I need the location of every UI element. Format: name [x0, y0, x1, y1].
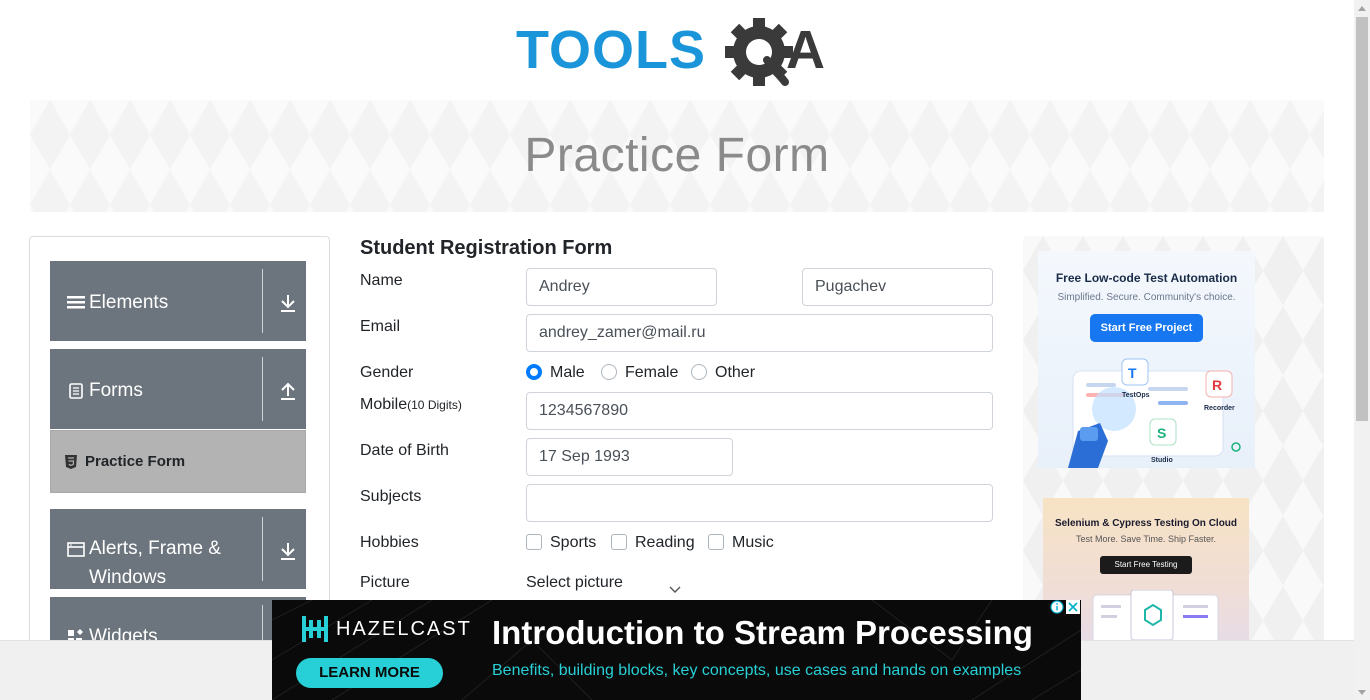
sidebar-group-elements[interactable]: Elements [50, 261, 306, 341]
gender-other-radio[interactable] [691, 364, 707, 380]
sidebar-item-label: Practice Form [85, 453, 186, 470]
sidebar-group-label: Alerts, Frame & Windows [89, 538, 221, 588]
ad-close-icon[interactable] [1066, 600, 1080, 614]
svg-text:R: R [1212, 377, 1222, 393]
ad-hazelcast[interactable]: HAZELCAST LEARN MORE Introduction to Str… [272, 600, 1081, 700]
sidebar-item-practice-form[interactable]: Practice Form [50, 430, 306, 493]
learn-more-button[interactable]: LEARN MORE [296, 658, 443, 688]
dob-label: Date of Birth [360, 442, 449, 459]
divider [262, 517, 263, 581]
divider [262, 269, 263, 333]
ad-headline: Introduction to Stream Processing [492, 614, 1033, 651]
gender-female-radio[interactable] [601, 364, 617, 380]
subjects-input[interactable] [526, 484, 993, 522]
ad-subtitle: Test More. Save Time. Ship Faster. [1075, 534, 1217, 544]
first-name-input[interactable]: Andrey [526, 268, 717, 306]
gender-other-label[interactable]: Other [715, 364, 755, 382]
logo-text-a: A [786, 20, 825, 80]
hazelcast-logo-icon [302, 616, 328, 642]
vertical-scrollbar[interactable] [1354, 0, 1370, 700]
window-icon [67, 542, 85, 557]
document-icon [69, 383, 83, 399]
mobile-input[interactable]: 1234567890 [526, 392, 993, 430]
ad-label-testops: TestOps [1122, 392, 1150, 399]
gender-label: Gender [360, 364, 414, 381]
email-input[interactable]: andrey_zamer@mail.ru [526, 314, 993, 352]
upload-icon[interactable] [278, 379, 298, 403]
ad-illustration: T TestOps R Recorder S Studio [1068, 358, 1241, 468]
hobbies-label: Hobbies [360, 534, 419, 551]
mobile-label-text: Mobile [360, 396, 408, 413]
html5-icon [65, 455, 77, 469]
ad-title: Selenium & Cypress Testing On Cloud [1054, 518, 1238, 529]
hobby-music-label[interactable]: Music [732, 534, 774, 552]
select-picture-button[interactable]: Select picture [526, 574, 623, 592]
subjects-label: Subjects [360, 488, 422, 505]
mobile-label: Mobile(10 Digits) [360, 396, 462, 414]
hobby-reading-label[interactable]: Reading [635, 534, 695, 552]
hobby-music-checkbox[interactable] [708, 534, 724, 550]
ad-subline: Benefits, building blocks, key concepts,… [492, 662, 1022, 679]
sidebar-group-label: Forms [89, 380, 143, 401]
ad-label-recorder: Recorder [1204, 405, 1235, 412]
sidebar-group-alerts[interactable]: Alerts, Frame & Windows [50, 509, 306, 589]
ad-label-studio: Studio [1151, 457, 1173, 464]
ad-katalon[interactable]: Free Low-code Test Automation Simplified… [1038, 251, 1255, 468]
sidebar-group-forms[interactable]: Forms [50, 349, 306, 429]
page-banner: Practice Form [30, 100, 1324, 212]
ad-title: Free Low-code Test Automation [1055, 271, 1238, 285]
gender-male-label[interactable]: Male [550, 364, 585, 382]
gender-male-radio[interactable] [526, 364, 542, 380]
mobile-hint: (10 Digits) [407, 398, 462, 412]
hobby-sports-label[interactable]: Sports [550, 534, 596, 552]
svg-text:S: S [1157, 425, 1166, 441]
hamburger-icon [67, 296, 85, 309]
sidebar: Elements Forms Practice Form Alerts, Fra… [29, 236, 330, 657]
form-title: Student Registration Form [360, 237, 613, 259]
scroll-up-arrow-icon[interactable] [1354, 0, 1370, 16]
logo-text-tools: TOOLS [516, 20, 706, 80]
hobby-sports-checkbox[interactable] [526, 534, 542, 550]
divider [262, 357, 263, 421]
toolsqa-logo[interactable]: TOOLS A [516, 16, 840, 92]
download-icon[interactable] [278, 539, 298, 563]
ad-info-icon[interactable] [1050, 600, 1064, 614]
name-label: Name [360, 272, 403, 289]
email-label: Email [360, 318, 401, 335]
chevron-down-icon[interactable] [669, 586, 681, 594]
hazelcast-brand: HAZELCAST [336, 618, 472, 640]
last-name-input[interactable]: Pugachev [802, 268, 993, 306]
scrollbar-thumb[interactable] [1356, 17, 1368, 421]
start-free-project-button[interactable]: Start Free Project [1090, 314, 1203, 342]
scroll-down-arrow-icon[interactable] [1354, 684, 1370, 700]
download-icon[interactable] [278, 291, 298, 315]
hobby-reading-checkbox[interactable] [611, 534, 627, 550]
ad-subtitle: Simplified. Secure. Community's choice. [1057, 292, 1236, 303]
gear-icon [725, 18, 793, 86]
dob-input[interactable]: 17 Sep 1993 [526, 438, 733, 476]
start-free-testing-button[interactable]: Start Free Testing [1100, 556, 1192, 574]
picture-label: Picture [360, 574, 410, 591]
sidebar-group-label: Elements [89, 292, 169, 313]
gender-female-label[interactable]: Female [625, 364, 678, 382]
svg-text:T: T [1128, 365, 1137, 381]
page-title: Practice Form [524, 129, 830, 182]
page-viewport: TOOLS A Practice Form Elements Forms Pra… [0, 0, 1354, 700]
